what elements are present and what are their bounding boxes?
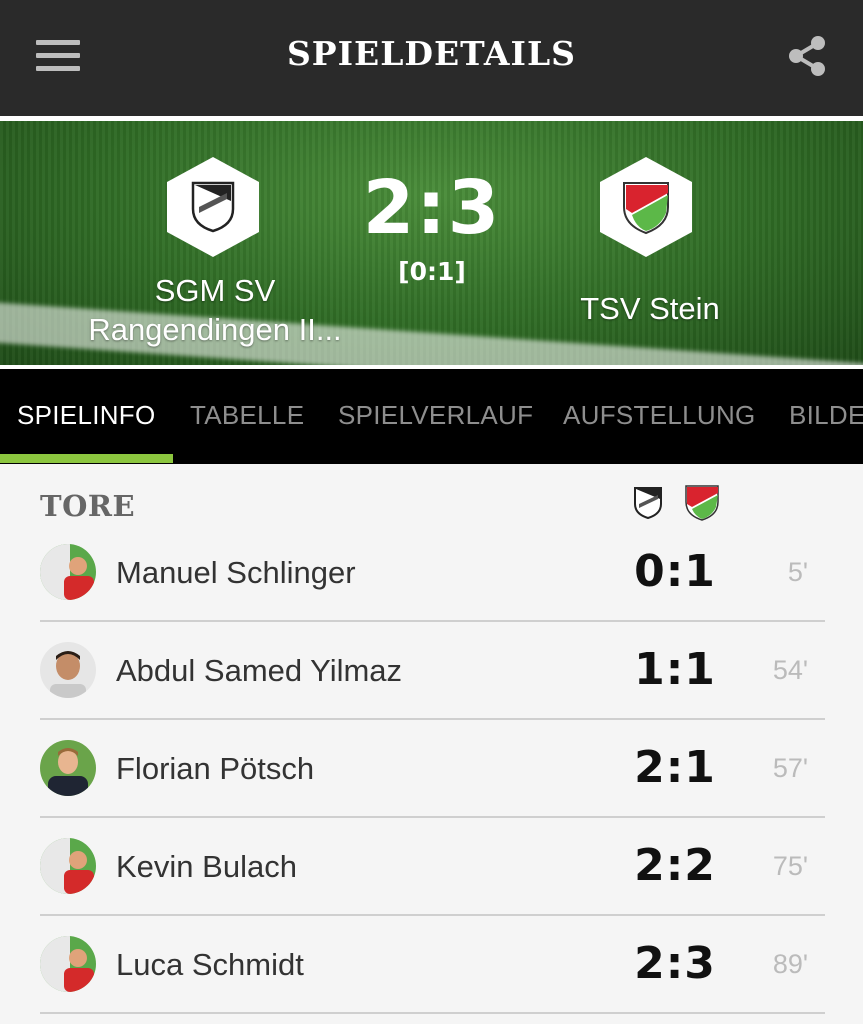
home-team-name-line2: Rangendingen II... — [88, 312, 342, 347]
tab-bilder[interactable]: BILDE — [789, 400, 863, 431]
player-avatar — [40, 740, 96, 796]
goal-score: 2:3 — [634, 938, 716, 989]
tab-tabelle[interactable]: TABELLE — [190, 400, 304, 431]
player-name: Manuel Schlinger — [116, 555, 356, 590]
goals-panel: TORE Manuel Schlinger 0:1 5' Abdul Samed… — [0, 464, 863, 1024]
goal-score: 2:2 — [634, 840, 716, 891]
home-team-name-line1: SGM SV — [154, 273, 276, 308]
away-team-name: TSV Stein — [580, 291, 720, 326]
tab-spielverlauf[interactable]: SPIELVERLAUF — [338, 400, 533, 431]
goal-row[interactable]: Kevin Bulach 2:2 75' — [40, 818, 825, 916]
goal-score: 0:1 — [634, 546, 716, 597]
sv-rangendingen-crest-icon — [191, 181, 235, 233]
home-team-logo[interactable] — [167, 157, 259, 257]
tab-bar: SPIELINFO TABELLE SPIELVERLAUF AUFSTELLU… — [0, 369, 863, 464]
goal-minute: 57' — [772, 753, 808, 783]
goal-row[interactable]: Manuel Schlinger 0:1 5' — [40, 524, 825, 622]
app-bar: SPIELDETAILS — [0, 0, 863, 116]
player-avatar — [40, 936, 96, 992]
goal-score: 2:1 — [634, 742, 716, 793]
section-title-tore: TORE — [40, 489, 136, 523]
away-team-logo[interactable] — [600, 157, 692, 257]
tab-spielinfo[interactable]: SPIELINFO — [17, 400, 156, 431]
share-icon[interactable] — [786, 34, 828, 78]
home-team-mini-crest-icon — [634, 487, 662, 520]
player-name: Kevin Bulach — [116, 849, 297, 884]
player-name: Florian Pötsch — [116, 751, 315, 786]
player-avatar — [40, 544, 96, 600]
away-team-mini-crest-icon — [685, 485, 719, 521]
player-avatar — [40, 838, 96, 894]
page-title: SPIELDETAILS — [286, 34, 577, 73]
player-name: Luca Schmidt — [116, 947, 304, 982]
goal-minute: 75' — [772, 851, 808, 881]
goal-minute: 89' — [772, 949, 808, 979]
final-score: 2:3 — [362, 165, 502, 251]
goal-score: 1:1 — [634, 644, 716, 695]
goal-minute: 54' — [772, 655, 808, 685]
tsv-stein-crest-icon — [623, 182, 669, 235]
goal-row[interactable]: Abdul Samed Yilmaz 1:1 54' — [40, 622, 825, 720]
active-tab-indicator — [0, 454, 173, 463]
match-header: 2:3 [0:1] SGM SV Rangendingen II... TSV … — [0, 121, 863, 365]
goal-minute: 5' — [787, 557, 808, 587]
goal-row[interactable]: Florian Pötsch 2:1 57' — [40, 720, 825, 818]
home-team-name: SGM SV Rangendingen II... — [60, 271, 370, 349]
goal-row[interactable]: Luca Schmidt 2:3 89' — [40, 916, 825, 1014]
player-name: Abdul Samed Yilmaz — [116, 653, 403, 688]
player-avatar — [40, 642, 96, 698]
tab-aufstellung[interactable]: AUFSTELLUNG — [563, 400, 756, 431]
